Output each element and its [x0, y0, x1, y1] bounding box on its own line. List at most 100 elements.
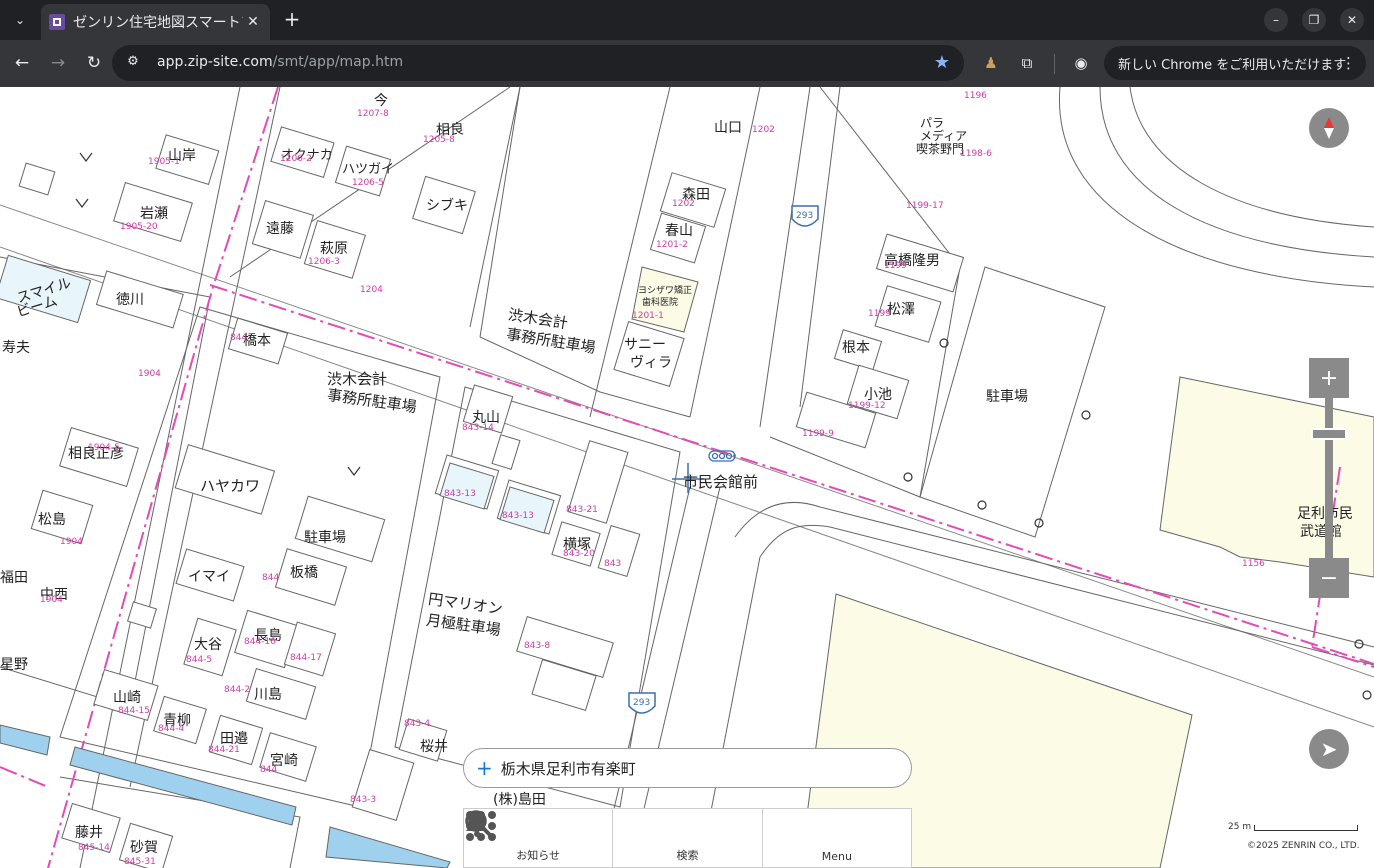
lot-number: 844-4	[158, 724, 185, 734]
browser-tab-strip: ⌄ ゼンリン住宅地図スマートフォン ✕ + – ❐ ✕	[0, 0, 1374, 40]
puzzle-icon[interactable]: ⧉	[1016, 52, 1038, 74]
url-path: /smt/app/map.htm	[272, 54, 404, 70]
lot-number: 1206-5	[352, 178, 384, 188]
map-label: ハツガイ	[342, 162, 395, 177]
map-label: シブキ	[426, 198, 468, 214]
lot-number: 843-20	[563, 549, 595, 559]
extension-agent-icon[interactable]: ♟	[980, 52, 1002, 74]
lot-number: 844	[230, 333, 248, 343]
close-icon[interactable]: ✕	[244, 14, 262, 30]
zoom-out-button[interactable]: −	[1309, 558, 1349, 598]
lot-number: 844	[262, 573, 280, 583]
map-label: 山崎	[113, 690, 141, 706]
zoom-slider-track[interactable]	[1325, 398, 1333, 558]
map-label: 根本	[842, 340, 870, 356]
url-text[interactable]: app.zip-site.com/smt/app/map.htm	[157, 54, 403, 70]
bus-stop-label: 市民会館前	[683, 473, 759, 491]
address-bar[interactable]: ⚙ app.zip-site.com/smt/app/map.htm ★	[112, 45, 964, 81]
browser-tab[interactable]: ゼンリン住宅地図スマートフォン ✕	[41, 4, 270, 40]
reload-icon[interactable]: ↻	[81, 50, 107, 76]
lot-number: 1199-9	[802, 429, 834, 439]
lot-number: 1904	[60, 537, 83, 547]
chevron-down-icon[interactable]: ⌄	[6, 6, 34, 34]
lot-number: 844-17	[290, 653, 322, 663]
account-icon[interactable]: ◉	[1070, 52, 1092, 74]
lot-number: 845-31	[124, 857, 156, 867]
tune-icon[interactable]: ⚙	[124, 54, 142, 72]
lot-number: 844-15	[118, 706, 150, 716]
lot-number: 1199	[868, 309, 891, 319]
lot-number: 1905-20	[120, 222, 158, 232]
map-label: 星野	[0, 657, 28, 673]
lot-number: 844-16	[244, 637, 276, 647]
map-label: 駐車場	[986, 389, 1028, 405]
lot-number: 1156	[1242, 559, 1265, 569]
map-label: 喫茶野門	[916, 142, 965, 156]
minimize-icon[interactable]: –	[1264, 8, 1288, 32]
lot-number: 844-2	[224, 685, 251, 695]
lot-number: 1904-5	[88, 443, 120, 453]
lot-number: 843	[604, 559, 622, 569]
chrome-update-button[interactable]: 新しい Chrome をご利用いただけます ⋮	[1104, 46, 1366, 80]
browser-toolbar: ← → ↻ ⚙ app.zip-site.com/smt/app/map.htm…	[0, 40, 1374, 87]
menu-button[interactable]: Menu	[466, 809, 911, 867]
map-label: 萩原	[320, 241, 348, 257]
map-label: 橋本	[243, 333, 271, 349]
map-label: ハヤカワ	[200, 477, 261, 495]
route-number: 293	[796, 211, 814, 221]
zoom-in-button[interactable]: +	[1309, 358, 1349, 398]
map-label: 山口	[714, 120, 742, 136]
kebab-menu-icon[interactable]: ⋮	[1341, 54, 1356, 72]
lot-number: 1198-6	[960, 149, 992, 159]
map-label: ヴィラ	[630, 355, 672, 371]
arrow-left-icon[interactable]: ←	[9, 50, 35, 76]
menu-label: Menu	[821, 850, 852, 863]
zoom-control: + −	[1309, 358, 1349, 598]
map-label: サニー	[624, 337, 666, 353]
map-label: 松澤	[887, 302, 915, 318]
search-label: 検索	[676, 849, 699, 862]
plus-icon[interactable]: +	[280, 8, 304, 32]
map-label: 藤井	[75, 825, 103, 841]
plus-icon: +	[476, 756, 493, 780]
zoom-slider-thumb[interactable]	[1311, 428, 1347, 440]
lot-number: 1202	[672, 199, 695, 209]
navigation-arrow-icon[interactable]: ➤	[1309, 729, 1349, 769]
map-label: 大谷	[194, 637, 222, 653]
lot-number: 844-21	[208, 745, 240, 755]
map-label: 松島	[38, 512, 66, 528]
star-icon[interactable]: ★	[934, 52, 950, 73]
compass-icon[interactable]	[1309, 108, 1349, 148]
lot-number: 1196	[964, 91, 987, 101]
map-label: 歯科医院	[642, 298, 679, 308]
lot-number: 843-3	[350, 795, 377, 805]
search-button[interactable]: 検索	[465, 809, 763, 867]
copyright: ©2025 ZENRIN CO., LTD.	[1247, 841, 1360, 851]
map-label: 今	[374, 93, 388, 109]
lot-number: 1905-1	[148, 157, 180, 167]
notices-label: お知らせ	[516, 849, 561, 862]
lot-number: 1904	[138, 369, 161, 379]
lot-number: 843-13	[444, 489, 476, 499]
bottom-navigation: お知らせ 検索 Menu	[463, 808, 912, 868]
lot-number: 1199-12	[848, 401, 886, 411]
lot-number: 843-8	[524, 641, 551, 651]
lot-number: 1204	[360, 285, 383, 295]
arrow-right-icon[interactable]: →	[45, 50, 71, 76]
favicon-icon	[49, 14, 65, 30]
address-search-bar[interactable]: + 栃木県足利市有楽町	[463, 748, 912, 788]
map-label: 遠藤	[266, 221, 294, 237]
restore-icon[interactable]: ❐	[1302, 8, 1326, 32]
map-view[interactable]: 今 相良 山口 オクナカ ハツガイ 山岸 岩瀬 森田 春山 シブキ 遠藤 萩原 …	[0, 87, 1374, 868]
scale-label: 25 m	[1228, 822, 1252, 832]
lot-number: 843-14	[462, 423, 494, 433]
map-label: 川島	[254, 687, 282, 703]
close-window-icon[interactable]: ✕	[1340, 8, 1364, 32]
toolbar-divider	[1054, 54, 1055, 74]
lot-number: 1201-2	[656, 240, 688, 250]
map-label: 駐車場	[304, 530, 346, 546]
lot-number: 1199-17	[906, 201, 944, 211]
map-label: 春山	[665, 223, 693, 239]
lot-number: 1904	[40, 595, 63, 605]
lot-number: 843-21	[566, 505, 598, 515]
